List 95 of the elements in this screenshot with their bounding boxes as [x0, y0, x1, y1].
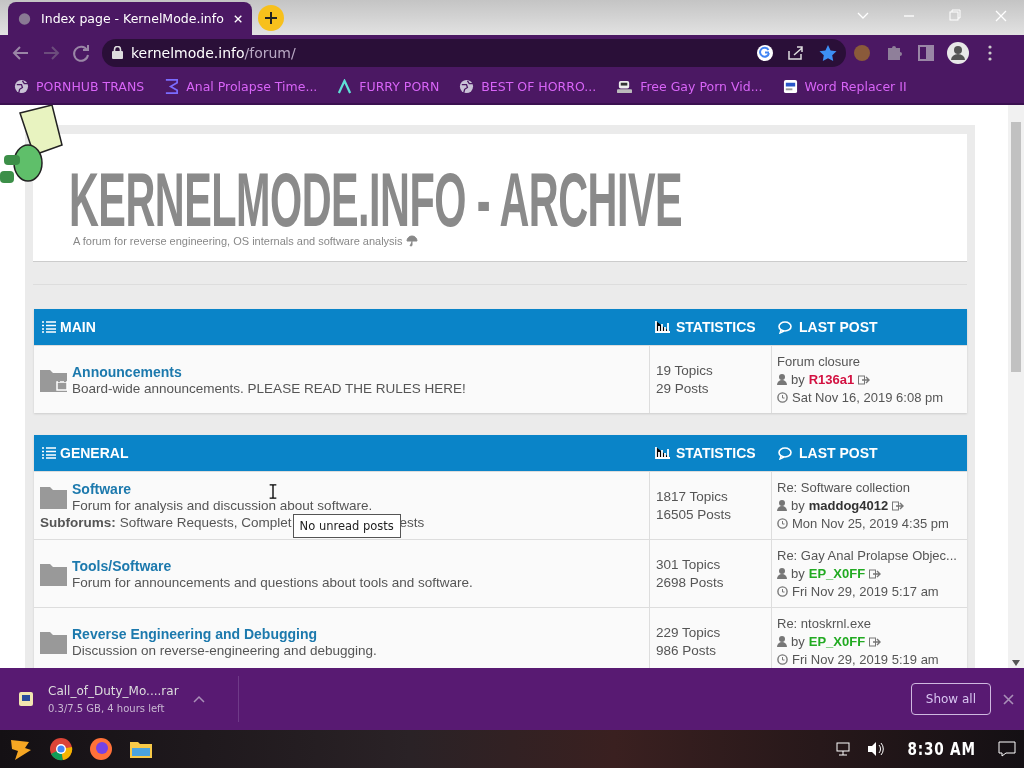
topic-count: 229 Topics — [656, 625, 722, 640]
clock-icon — [777, 392, 788, 403]
user-icon — [777, 374, 787, 385]
tooltip: No unread posts — [292, 514, 401, 538]
post-date: Mon Nov 25, 2019 4:35 pm — [792, 516, 949, 531]
bar-chart-icon — [655, 447, 670, 459]
last-post-link[interactable]: Forum closure — [777, 354, 962, 369]
goto-post-icon[interactable] — [869, 636, 882, 647]
author-link[interactable]: EP_X0FF — [808, 566, 866, 581]
scrollbar[interactable] — [1008, 105, 1024, 668]
bookmark[interactable]: Anal Prolapse Time... — [164, 79, 318, 94]
goto-post-icon[interactable] — [892, 500, 905, 511]
post-date: Sat Nov 16, 2019 6:08 pm — [792, 390, 944, 405]
goto-post-icon[interactable] — [858, 374, 871, 385]
google-icon[interactable] — [756, 43, 774, 62]
post-date: Fri Nov 29, 2019 5:17 am — [792, 584, 939, 599]
by-label: by — [791, 498, 805, 513]
forum-link[interactable]: Announcements — [72, 363, 466, 380]
new-tab-button[interactable] — [258, 5, 284, 31]
list-icon — [42, 447, 56, 459]
forum-link[interactable]: Software — [72, 481, 373, 497]
globe-icon — [459, 79, 475, 94]
chat-icon — [778, 320, 793, 334]
robot-icon — [616, 79, 634, 94]
clock-time[interactable]: 8:30 AM — [907, 739, 976, 759]
list-icon — [42, 321, 56, 333]
by-label: by — [791, 372, 805, 387]
user-icon — [777, 568, 787, 579]
bookmark[interactable]: Free Gay Porn Vid... — [616, 79, 763, 94]
firefox-icon[interactable] — [88, 736, 114, 762]
globe-icon — [18, 10, 32, 27]
chrome-icon[interactable] — [48, 736, 74, 762]
post-count: 986 Posts — [656, 643, 718, 658]
last-post-link[interactable]: Re: Gay Anal Prolapse Objec... — [777, 548, 962, 563]
author-link[interactable]: R136a1 — [808, 372, 855, 387]
by-label: by — [791, 566, 805, 581]
volume-icon[interactable] — [866, 741, 885, 757]
network-icon[interactable] — [834, 741, 853, 757]
goto-post-icon[interactable] — [869, 568, 882, 579]
star-icon[interactable] — [818, 43, 838, 62]
last-post-link[interactable]: Re: Software collection — [777, 480, 962, 495]
column-heading: STATISTICS — [676, 319, 756, 335]
user-icon — [777, 500, 787, 511]
topic-count: 19 Topics — [656, 363, 714, 378]
subforum-link[interactable]: ests — [399, 515, 425, 530]
column-heading: LAST POST — [799, 319, 878, 335]
umbrella-icon — [405, 235, 418, 247]
author-link[interactable]: EP_X0FF — [808, 634, 866, 649]
user-icon — [777, 636, 787, 647]
author-link[interactable]: maddog4012 — [808, 498, 889, 513]
chevron-up-icon[interactable] — [192, 695, 205, 703]
column-heading: LAST POST — [799, 445, 878, 461]
notification-icon[interactable] — [998, 741, 1016, 757]
bar-chart-icon — [655, 321, 670, 333]
text-cursor-icon — [268, 484, 278, 499]
post-count: 16505 Posts — [656, 507, 733, 522]
globe-icon — [14, 79, 29, 94]
last-post-link[interactable]: Re: ntoskrnl.exe — [777, 616, 962, 631]
subforum-link[interactable]: Software Requests, Complet — [119, 515, 292, 530]
topic-count: 1817 Topics — [656, 489, 729, 504]
post-count: 2698 Posts — [656, 575, 725, 590]
peak-icon — [337, 79, 353, 94]
scroll-down-icon[interactable] — [1012, 660, 1020, 666]
browser-tab[interactable]: Index page - KernelMode.info — [8, 2, 252, 35]
clock-icon — [777, 586, 788, 597]
bookmark[interactable]: FURRY PORN — [337, 79, 440, 94]
clock-icon — [777, 654, 788, 665]
subforums-label: Subforums: — [40, 515, 116, 530]
address-bar[interactable]: kernelmode.info/forum/ — [102, 38, 846, 67]
forum-description: Board-wide announcements. PLEASE READ THE RULES HERE! — [72, 380, 466, 396]
download-filename[interactable]: Call_of_Duty_Mo....rar — [48, 684, 179, 698]
forum-link[interactable]: Tools/Software — [72, 557, 473, 574]
post-date: Fri Nov 29, 2019 5:19 am — [792, 652, 939, 667]
forum-description: Forum for analysis and discussion about software. — [72, 498, 373, 513]
show-all-button[interactable]: Show all — [910, 683, 991, 715]
post-count: 29 Posts — [656, 381, 710, 396]
topic-count: 301 Topics — [656, 557, 722, 572]
download-status: 0.3/7.5 GB, 4 hours left — [48, 703, 166, 714]
section-title: MAIN — [60, 319, 96, 335]
chat-icon — [778, 446, 793, 460]
bookmark[interactable]: BEST OF HORRO... — [459, 79, 597, 94]
archive-file-icon — [18, 690, 34, 708]
document-icon — [782, 79, 798, 94]
section-title: GENERAL — [60, 445, 129, 461]
by-label: by — [791, 634, 805, 649]
forum-link[interactable]: Reverse Engineering and Debugging — [72, 625, 377, 642]
bookmark[interactable]: Word Replacer II — [782, 79, 907, 94]
clock-icon — [777, 518, 788, 529]
column-heading: STATISTICS — [676, 445, 756, 461]
lock-icon — [112, 46, 123, 59]
forum-description: Discussion on reverse-engineering and debugging. — [72, 642, 377, 658]
forum-description: Forum for announcements and questions about tools and software. — [72, 574, 473, 590]
site-title: KERNELMODE.INFO - ARCHIVE — [69, 165, 683, 235]
bookmark[interactable]: PORNHUB TRANS — [14, 79, 145, 94]
site-tagline: A forum for reverse engineering, OS internals and software analysis — [73, 235, 403, 247]
